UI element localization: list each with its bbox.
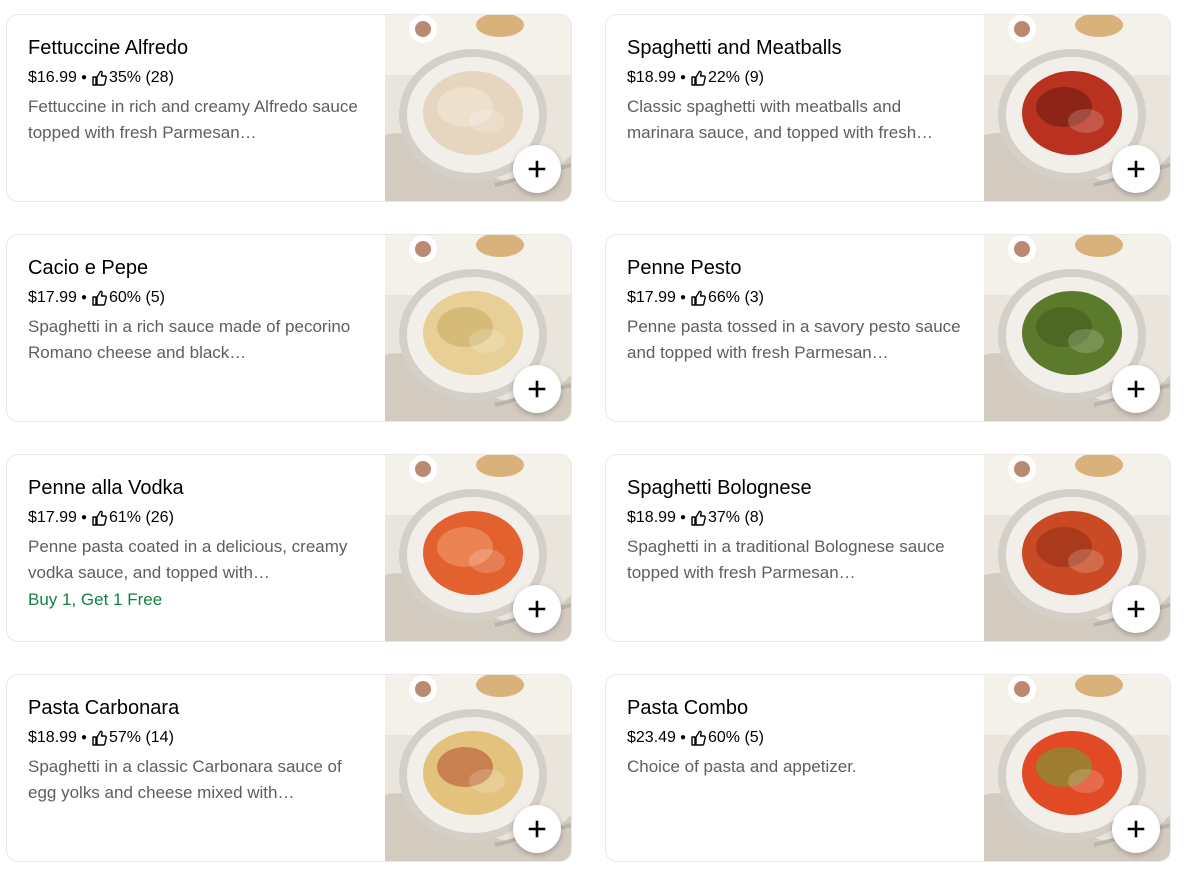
menu-item-info: Spaghetti and Meatballs $18.99 ● 22% (9)… <box>627 36 967 146</box>
menu-item-title: Penne Pesto <box>627 257 742 279</box>
menu-item-description: Choice of pasta and appetizer. <box>627 757 857 776</box>
menu-item-price: $16.99 <box>28 69 77 86</box>
menu-item-rating: 60% (5) <box>108 289 166 306</box>
separator-dot: ● <box>679 512 686 523</box>
thumbs-up-icon <box>690 730 706 746</box>
menu-item-card-spaghetti-and-meatballs[interactable]: Spaghetti and Meatballs $18.99 ● 22% (9)… <box>605 14 1171 202</box>
menu-item-card-spaghetti-bolognese[interactable]: Spaghetti Bolognese $18.99 ● 37% (8) Spa… <box>605 454 1171 642</box>
thumbs-up-icon <box>690 510 706 526</box>
cacio-e-pepe-photo[interactable] <box>385 235 571 421</box>
menu-item-card-pasta-carbonara[interactable]: Pasta Carbonara $18.99 ● 57% (14) Spaghe… <box>6 674 572 862</box>
menu-item-price: $17.99 <box>28 289 77 306</box>
menu-item-rating: 57% (14) <box>108 729 174 746</box>
plus-icon <box>528 820 546 838</box>
thumbs-up-icon <box>690 70 706 86</box>
menu-item-price: $23.49 <box>627 729 676 746</box>
menu-item-card-cacio-e-pepe[interactable]: Cacio e Pepe $17.99 ● 60% (5) Spaghetti … <box>6 234 572 422</box>
thumbs-up-icon <box>91 510 107 526</box>
menu-item-description: Penne pasta coated in a delicious, cream… <box>28 537 348 582</box>
plus-icon <box>1127 160 1145 178</box>
menu-item-title: Spaghetti Bolognese <box>627 477 812 499</box>
add-to-cart-button[interactable] <box>513 365 561 413</box>
menu-item-title: Pasta Combo <box>627 697 749 719</box>
menu-item-card-penne-pesto[interactable]: Penne Pesto $17.99 ● 66% (3) Penne pasta… <box>605 234 1171 422</box>
menu-item-meta: $17.99 ● 60% (5) <box>28 288 368 308</box>
menu-item-card-penne-alla-vodka[interactable]: Penne alla Vodka $17.99 ● 61% (26) Penne… <box>6 454 572 642</box>
pasta-carbonara-photo[interactable] <box>385 675 571 861</box>
menu-item-meta: $18.99 ● 37% (8) <box>627 508 967 528</box>
spaghetti-bolognese-photo[interactable] <box>984 455 1170 641</box>
plus-icon <box>528 380 546 398</box>
menu-item-title: Penne alla Vodka <box>28 477 184 499</box>
menu-item-info: Pasta Combo $23.49 ● 60% (5) Choice of p… <box>627 696 967 780</box>
add-to-cart-button[interactable] <box>1112 805 1160 853</box>
menu-item-description: Fettuccine in rich and creamy Alfredo sa… <box>28 97 358 142</box>
menu-item-info: Penne alla Vodka $17.99 ● 61% (26) Penne… <box>28 476 368 612</box>
menu-item-promo: Buy 1, Get 1 Free <box>28 590 163 609</box>
add-to-cart-button[interactable] <box>513 145 561 193</box>
spaghetti-meatballs-photo[interactable] <box>984 15 1170 201</box>
menu-item-info: Penne Pesto $17.99 ● 66% (3) Penne pasta… <box>627 256 967 366</box>
menu-item-meta: $18.99 ● 22% (9) <box>627 68 967 88</box>
menu-item-rating: 35% (28) <box>108 69 174 86</box>
menu-item-description: Spaghetti in a classic Carbonara sauce o… <box>28 757 342 802</box>
menu-item-title: Spaghetti and Meatballs <box>627 37 842 59</box>
fettuccine-alfredo-photo[interactable] <box>385 15 571 201</box>
menu-item-info: Cacio e Pepe $17.99 ● 60% (5) Spaghetti … <box>28 256 368 366</box>
pasta-combo-photo[interactable] <box>984 675 1170 861</box>
separator-dot: ● <box>80 732 87 743</box>
separator-dot: ● <box>679 72 686 83</box>
thumbs-up-icon <box>690 290 706 306</box>
menu-item-title: Pasta Carbonara <box>28 697 180 719</box>
separator-dot: ● <box>80 292 87 303</box>
menu-item-rating: 61% (26) <box>108 509 174 526</box>
menu-item-description: Spaghetti in a traditional Bolognese sau… <box>627 537 945 582</box>
menu-item-rating: 22% (9) <box>707 69 765 86</box>
plus-icon <box>528 600 546 618</box>
menu-item-description: Penne pasta tossed in a savory pesto sau… <box>627 317 961 362</box>
menu-item-card-pasta-combo[interactable]: Pasta Combo $23.49 ● 60% (5) Choice of p… <box>605 674 1171 862</box>
menu-item-info: Spaghetti Bolognese $18.99 ● 37% (8) Spa… <box>627 476 967 586</box>
menu-item-info: Pasta Carbonara $18.99 ● 57% (14) Spaghe… <box>28 696 368 806</box>
add-to-cart-button[interactable] <box>513 805 561 853</box>
menu-item-description: Spaghetti in a rich sauce made of pecori… <box>28 317 351 362</box>
menu-item-rating: 66% (3) <box>707 289 765 306</box>
thumbs-up-icon <box>91 730 107 746</box>
menu-item-meta: $17.99 ● 61% (26) <box>28 508 368 528</box>
menu-item-title: Fettuccine Alfredo <box>28 37 189 59</box>
menu-item-price: $17.99 <box>627 289 676 306</box>
separator-dot: ● <box>80 72 87 83</box>
separator-dot: ● <box>80 512 87 523</box>
menu-item-price: $18.99 <box>627 509 676 526</box>
menu-item-meta: $16.99 ● 35% (28) <box>28 68 368 88</box>
menu-item-meta: $23.49 ● 60% (5) <box>627 728 967 748</box>
thumbs-up-icon <box>91 70 107 86</box>
thumbs-up-icon <box>91 290 107 306</box>
add-to-cart-button[interactable] <box>513 585 561 633</box>
plus-icon <box>1127 820 1145 838</box>
plus-icon <box>1127 380 1145 398</box>
penne-vodka-photo[interactable] <box>385 455 571 641</box>
menu-item-meta: $18.99 ● 57% (14) <box>28 728 368 748</box>
menu-item-info: Fettuccine Alfredo $16.99 ● 35% (28) Fet… <box>28 36 368 146</box>
plus-icon <box>1127 600 1145 618</box>
menu-grid: Fettuccine Alfredo $16.99 ● 35% (28) Fet… <box>0 0 1200 870</box>
menu-item-rating: 60% (5) <box>707 729 765 746</box>
menu-item-price: $17.99 <box>28 509 77 526</box>
separator-dot: ● <box>679 292 686 303</box>
menu-item-price: $18.99 <box>28 729 77 746</box>
menu-item-rating: 37% (8) <box>707 509 765 526</box>
add-to-cart-button[interactable] <box>1112 365 1160 413</box>
menu-item-price: $18.99 <box>627 69 676 86</box>
separator-dot: ● <box>679 732 686 743</box>
menu-item-description: Classic spaghetti with meatballs and mar… <box>627 97 934 142</box>
add-to-cart-button[interactable] <box>1112 145 1160 193</box>
menu-item-meta: $17.99 ● 66% (3) <box>627 288 967 308</box>
menu-item-card-fettuccine-alfredo[interactable]: Fettuccine Alfredo $16.99 ● 35% (28) Fet… <box>6 14 572 202</box>
penne-pesto-photo[interactable] <box>984 235 1170 421</box>
plus-icon <box>528 160 546 178</box>
menu-item-title: Cacio e Pepe <box>28 257 149 279</box>
add-to-cart-button[interactable] <box>1112 585 1160 633</box>
